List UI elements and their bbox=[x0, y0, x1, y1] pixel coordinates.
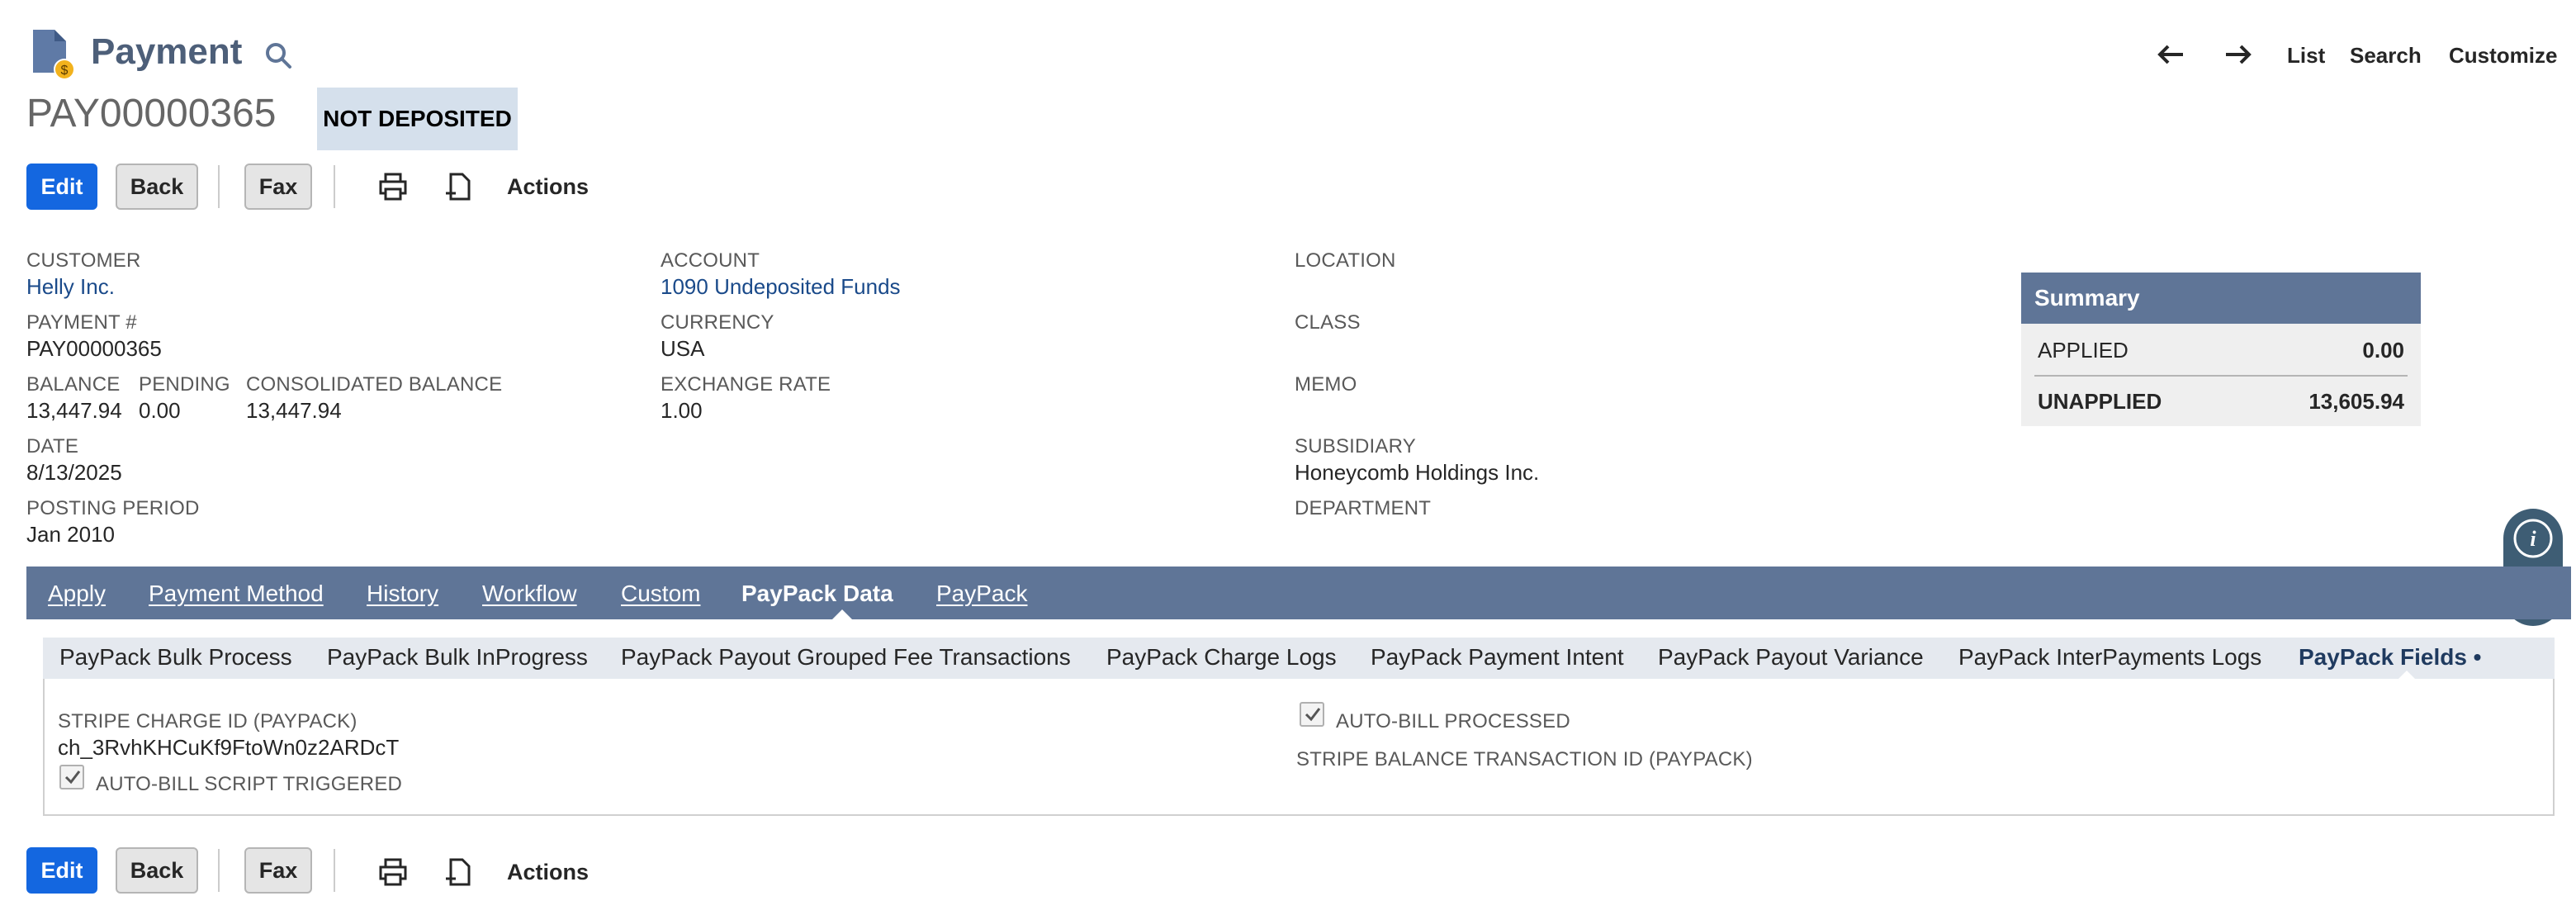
customer-label: CUSTOMER bbox=[26, 249, 141, 272]
print-icon[interactable] bbox=[378, 857, 408, 887]
exchange-rate-value: 1.00 bbox=[661, 398, 703, 423]
arrow-left-icon[interactable] bbox=[2157, 40, 2186, 69]
account-link[interactable]: 1090 Undeposited Funds bbox=[661, 274, 901, 300]
stripe-balance-txn-label: STRIPE BALANCE TRANSACTION ID (PAYPACK) bbox=[1296, 748, 1753, 770]
posting-period-label: POSTING PERIOD bbox=[26, 497, 200, 519]
new-document-icon[interactable] bbox=[444, 172, 474, 201]
search-icon[interactable] bbox=[264, 41, 292, 69]
nav-search-link[interactable]: Search bbox=[2350, 43, 2422, 69]
checkmark-icon bbox=[1305, 708, 1321, 722]
status-badge: NOT DEPOSITED bbox=[317, 88, 518, 150]
active-tab-indicator bbox=[832, 609, 852, 619]
subtab-paypack-fields[interactable]: PayPack Fields • bbox=[2299, 644, 2481, 671]
tab-workflow[interactable]: Workflow bbox=[482, 581, 577, 607]
stripe-charge-id-label: STRIPE CHARGE ID (PAYPACK) bbox=[58, 710, 358, 732]
pending-value: 0.00 bbox=[139, 398, 181, 423]
memo-label: MEMO bbox=[1295, 373, 1357, 396]
balance-value: 13,447.94 bbox=[26, 398, 122, 423]
nav-list-link[interactable]: List bbox=[2287, 43, 2325, 69]
actions-menu-bottom[interactable]: Actions bbox=[507, 860, 589, 885]
fax-button-bottom[interactable]: Fax bbox=[244, 847, 312, 894]
payment-number-label: PAYMENT # bbox=[26, 311, 137, 334]
unapplied-value: 13,605.94 bbox=[2308, 388, 2404, 414]
autobill-script-checkbox bbox=[59, 765, 84, 789]
svg-text:$: $ bbox=[61, 64, 69, 78]
autobill-processed-checkbox bbox=[1300, 702, 1324, 727]
posting-period-value: Jan 2010 bbox=[26, 522, 115, 547]
date-value: 8/13/2025 bbox=[26, 460, 122, 485]
applied-value: 0.00 bbox=[2362, 337, 2404, 363]
tab-custom[interactable]: Custom bbox=[621, 581, 700, 607]
back-button-bottom[interactable]: Back bbox=[116, 847, 198, 894]
tab-paypack[interactable]: PayPack bbox=[936, 581, 1028, 607]
subsidiary-value: Honeycomb Holdings Inc. bbox=[1295, 460, 1540, 485]
subtab-payout-grouped-fee[interactable]: PayPack Payout Grouped Fee Transactions bbox=[621, 644, 1071, 671]
record-number: PAY00000365 bbox=[26, 92, 277, 135]
checkmark-icon bbox=[64, 770, 81, 785]
summary-title: Summary bbox=[2021, 273, 2421, 324]
main-tab-bar: Apply Payment Method History Workflow Cu… bbox=[26, 567, 2571, 619]
consolidated-balance-label: CONSOLIDATED BALANCE bbox=[246, 373, 503, 396]
summary-unapplied-row: UNAPPLIED 13,605.94 bbox=[2038, 377, 2404, 426]
toolbar-divider bbox=[334, 849, 335, 892]
location-label: LOCATION bbox=[1295, 249, 1396, 272]
currency-value: USA bbox=[661, 336, 705, 361]
department-label: DEPARTMENT bbox=[1295, 497, 1432, 519]
info-icon[interactable]: i bbox=[2512, 517, 2555, 560]
autobill-processed-label: AUTO-BILL PROCESSED bbox=[1336, 710, 1570, 732]
sub-tab-bar: PayPack Bulk Process PayPack Bulk InProg… bbox=[43, 638, 2555, 680]
back-button[interactable]: Back bbox=[116, 164, 198, 210]
class-label: CLASS bbox=[1295, 311, 1361, 334]
currency-label: CURRENCY bbox=[661, 311, 774, 334]
paypack-fields-panel: STRIPE CHARGE ID (PAYPACK) ch_3RvhKHCuKf… bbox=[43, 679, 2555, 816]
tab-history[interactable]: History bbox=[367, 581, 438, 607]
nav-customize-link[interactable]: Customize bbox=[2449, 43, 2557, 69]
subtab-bulk-process[interactable]: PayPack Bulk Process bbox=[59, 644, 292, 671]
tab-paypack-data[interactable]: PayPack Data bbox=[741, 581, 893, 607]
arrow-right-icon[interactable] bbox=[2223, 40, 2252, 69]
stripe-charge-id-value: ch_3RvhKHCuKf9FtoWn0z2ARDcT bbox=[58, 735, 400, 760]
edit-button[interactable]: Edit bbox=[26, 164, 97, 210]
subtab-charge-logs[interactable]: PayPack Charge Logs bbox=[1106, 644, 1337, 671]
applied-label: APPLIED bbox=[2038, 337, 2129, 363]
unapplied-label: UNAPPLIED bbox=[2038, 388, 2162, 414]
svg-text:i: i bbox=[2530, 527, 2536, 551]
new-document-icon[interactable] bbox=[444, 857, 474, 887]
date-label: DATE bbox=[26, 435, 79, 458]
actions-menu[interactable]: Actions bbox=[507, 174, 589, 200]
edit-button-bottom[interactable]: Edit bbox=[26, 847, 97, 894]
payment-record-icon: $ bbox=[33, 30, 75, 80]
subtab-payout-variance[interactable]: PayPack Payout Variance bbox=[1658, 644, 1924, 671]
toolbar-divider bbox=[334, 165, 335, 208]
payment-number-value: PAY00000365 bbox=[26, 336, 162, 361]
tab-payment-method[interactable]: Payment Method bbox=[149, 581, 324, 607]
subtab-payment-intent[interactable]: PayPack Payment Intent bbox=[1371, 644, 1624, 671]
balance-label: BALANCE bbox=[26, 373, 121, 396]
consolidated-balance-value: 13,447.94 bbox=[246, 398, 342, 423]
summary-panel: Summary APPLIED 0.00 UNAPPLIED 13,605.94 bbox=[2021, 273, 2421, 426]
exchange-rate-label: EXCHANGE RATE bbox=[661, 373, 831, 396]
customer-link[interactable]: Helly Inc. bbox=[26, 274, 115, 300]
account-label: ACCOUNT bbox=[661, 249, 760, 272]
pending-label: PENDING bbox=[139, 373, 230, 396]
toolbar-divider bbox=[218, 165, 220, 208]
subtab-bulk-inprogress[interactable]: PayPack Bulk InProgress bbox=[327, 644, 588, 671]
autobill-script-label: AUTO-BILL SCRIPT TRIGGERED bbox=[96, 773, 403, 795]
print-icon[interactable] bbox=[378, 172, 408, 201]
fax-button[interactable]: Fax bbox=[244, 164, 312, 210]
subtab-interpayments-logs[interactable]: PayPack InterPayments Logs bbox=[1958, 644, 2261, 671]
toolbar-divider bbox=[218, 849, 220, 892]
page-title: Payment bbox=[91, 31, 243, 72]
subsidiary-label: SUBSIDIARY bbox=[1295, 435, 1416, 458]
summary-applied-row: APPLIED 0.00 bbox=[2038, 325, 2404, 375]
tab-apply[interactable]: Apply bbox=[48, 581, 106, 607]
